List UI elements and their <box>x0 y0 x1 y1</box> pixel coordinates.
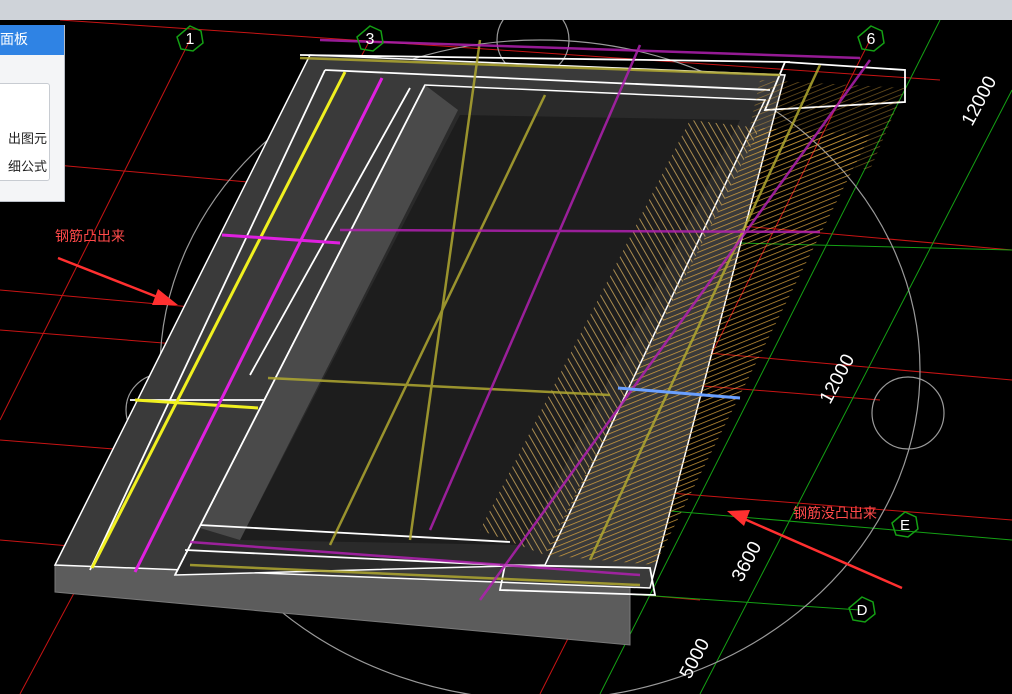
axis-bubble-1: 1 <box>176 25 204 52</box>
annotation-not-protruding: 钢筋没凸出来 <box>793 506 877 522</box>
side-panel: 面板 出图元 细公式 <box>0 25 65 202</box>
dimension-12000-top: 12000 <box>958 73 1001 130</box>
axis-bubble-3: 3 <box>356 25 384 52</box>
model-canvas[interactable]: 1 3 6 E D 12000 12000 3600 5000 <box>0 20 1012 694</box>
annotation-protruding: 钢筋凸出来 <box>55 229 125 245</box>
panel-title[interactable]: 面板 <box>0 25 64 55</box>
window-title-bar <box>0 0 1012 21</box>
dimension-5000: 5000 <box>676 635 714 682</box>
axis-label-3: 3 <box>366 31 375 48</box>
axis-label-6: 6 <box>867 31 876 48</box>
panel-item-formula[interactable]: 细公式 <box>0 156 49 175</box>
axis-bubble-6: 6 <box>857 25 885 52</box>
axis-label-1: 1 <box>186 31 195 48</box>
axis-bubble-E: E <box>891 511 919 538</box>
panel-options-box: 出图元 细公式 <box>0 83 50 181</box>
annotation-arrow-left <box>57 256 178 305</box>
3d-model-viewport[interactable]: 1 3 6 E D 12000 12000 3600 5000 <box>0 20 1012 694</box>
panel-item-elements[interactable]: 出图元 <box>0 128 49 147</box>
axis-label-E: E <box>900 517 910 534</box>
dimension-3600: 3600 <box>728 538 766 585</box>
axis-label-D: D <box>857 602 868 619</box>
